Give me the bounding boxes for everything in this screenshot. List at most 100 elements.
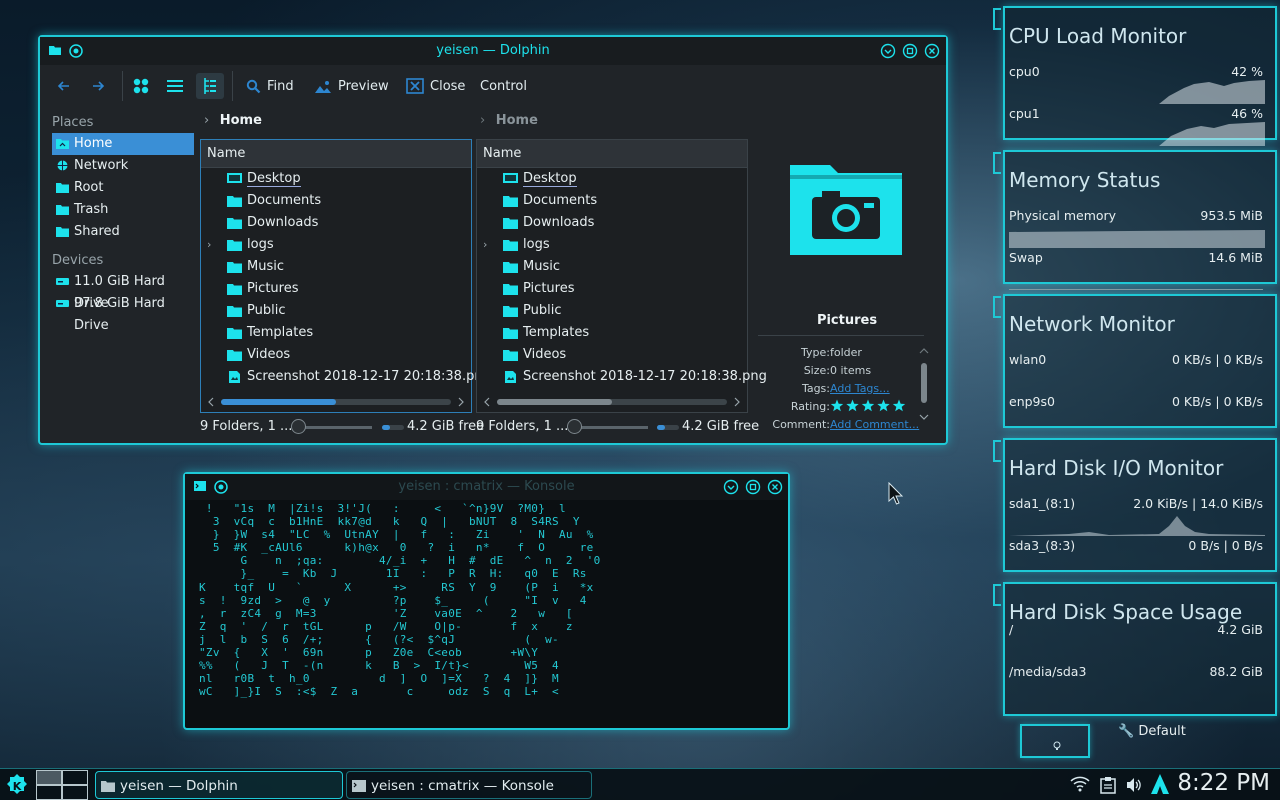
cmatrix-output[interactable]: ! "1s M |Zi!s 3!'J( : < `^n}9V ?M0} l 3 … [199, 502, 785, 712]
compact-view-button[interactable] [166, 73, 184, 99]
file-row[interactable]: Videos [477, 344, 747, 366]
hint-button[interactable] [1020, 724, 1090, 758]
file-row[interactable]: › logs [477, 234, 747, 256]
matrix-line: } }W s4 "LC % UtnAY | f : Zi ' N Au % [199, 528, 594, 542]
expand-icon[interactable]: › [483, 234, 487, 256]
column-header-name[interactable]: Name [477, 140, 747, 168]
file-row[interactable]: Public [201, 300, 471, 322]
folder-icon [503, 262, 518, 273]
find-button[interactable]: Find [246, 73, 294, 99]
row-label: enp9s0 [1009, 394, 1055, 409]
horizontal-scrollbar[interactable] [483, 396, 741, 408]
clock[interactable]: 8:22 PM [1177, 770, 1270, 796]
zoom-slider-handle[interactable] [567, 419, 582, 434]
physical-memory-row: Physical memory 953.5 MiB [1009, 208, 1265, 248]
find-label: Find [267, 78, 294, 94]
add-tags-link[interactable]: Add Tags... [830, 381, 890, 397]
details-view-button[interactable] [196, 73, 224, 99]
places-item-shared[interactable]: Shared [52, 221, 194, 243]
info-scrollbar[interactable] [918, 347, 930, 423]
home-folder-icon [56, 139, 69, 149]
row-value: 0 KB/s | 0 KB/s [1171, 394, 1263, 409]
file-row[interactable]: Desktop [477, 168, 747, 190]
places-item-network[interactable]: Network [52, 155, 194, 177]
file-row[interactable]: Pictures [201, 278, 471, 300]
file-name: Downloads [247, 215, 319, 230]
file-row[interactable]: Public [477, 300, 747, 322]
column-header-name[interactable]: Name [201, 140, 471, 168]
forward-button[interactable] [90, 73, 106, 99]
close-icon[interactable] [924, 43, 940, 59]
task-konsole[interactable]: yeisen : cmatrix — Konsole [346, 771, 592, 799]
matrix-line: wC ]_}I S :<$ Z a c odz S q L+ < [199, 685, 559, 699]
folder-icon [227, 350, 242, 361]
file-row[interactable]: › logs [201, 234, 471, 256]
file-row[interactable]: Screenshot 2018-12-17 20:18:38.png [477, 366, 767, 388]
breadcrumb-item[interactable]: Home [496, 113, 538, 128]
task-dolphin[interactable]: yeisen — Dolphin [95, 771, 343, 799]
places-item-home[interactable]: Home [52, 133, 194, 155]
breadcrumb-left[interactable]: › Home [204, 111, 262, 131]
file-row[interactable]: Music [201, 256, 471, 278]
file-row[interactable]: Downloads [477, 212, 747, 234]
zoom-slider-right[interactable] [572, 426, 648, 429]
task-label: yeisen : cmatrix — Konsole [371, 778, 554, 794]
clipboard-icon[interactable] [1100, 776, 1116, 794]
maximize-icon[interactable] [745, 479, 761, 495]
file-row[interactable]: Music [477, 256, 747, 278]
file-row[interactable]: Templates [201, 322, 471, 344]
zoom-slider-left[interactable] [296, 426, 372, 429]
folder-icon [227, 196, 242, 207]
expand-icon[interactable]: › [207, 234, 211, 256]
volume-icon[interactable] [1125, 776, 1143, 794]
devices-item-drive-2[interactable]: 97.8 GiB Hard Drive [52, 293, 194, 333]
image-preview-icon [315, 80, 331, 93]
activity-default[interactable]: 🔧 Default [1118, 722, 1186, 742]
close-pane-button[interactable]: Close [406, 73, 465, 99]
add-comment-link[interactable]: Add Comment... [830, 417, 919, 433]
svg-text:K: K [13, 780, 22, 793]
minimize-icon[interactable] [880, 43, 896, 59]
file-row[interactable]: Screenshot 2018-12-17 20:18:38.png [201, 366, 491, 388]
minimize-icon[interactable] [723, 479, 739, 495]
activity-label: Default [1138, 724, 1186, 739]
rating-stars[interactable] [830, 399, 906, 413]
arrow-left-icon [57, 81, 69, 91]
info-tags-row: Tags: Add Tags... [758, 381, 936, 397]
close-icon[interactable] [767, 479, 783, 495]
breadcrumb-item[interactable]: Home [220, 113, 262, 128]
maximize-icon[interactable] [902, 43, 918, 59]
back-button[interactable] [56, 73, 72, 99]
wifi-icon[interactable] [1070, 775, 1090, 793]
breadcrumb-right[interactable]: › Home [480, 111, 538, 131]
file-row[interactable]: Documents [477, 190, 747, 212]
devices-item-drive-1[interactable]: 11.0 GiB Hard Drive [52, 271, 194, 311]
arrow-right-icon [93, 81, 105, 91]
file-row[interactable]: Downloads [201, 212, 471, 234]
zoom-slider-handle[interactable] [291, 419, 306, 434]
info-key: Tags: [801, 382, 830, 395]
places-panel: Places Home Network Root Trash Shared De… [52, 113, 194, 333]
updates-icon[interactable] [1150, 773, 1170, 795]
free-space-right: 4.2 GiB free [682, 419, 760, 434]
taskbar: K yeisen — Dolphin yeisen : cmatrix — Ko… [0, 768, 1280, 800]
places-item-label: Shared [74, 224, 120, 239]
file-row[interactable]: Videos [201, 344, 471, 366]
konsole-titlebar[interactable]: yeisen : cmatrix — Konsole [185, 474, 788, 500]
network-icon [57, 160, 68, 171]
matrix-line: 5 #K _cAUl6 k)h@x 0 ? i n* f O re [199, 541, 594, 555]
preview-button[interactable]: Preview [314, 73, 389, 99]
file-row[interactable]: Desktop [201, 168, 471, 190]
file-row[interactable]: Documents [201, 190, 471, 212]
control-button[interactable]: Control [480, 73, 527, 99]
file-row[interactable]: Templates [477, 322, 747, 344]
places-item-root[interactable]: Root [52, 177, 194, 199]
row-label: wlan0 [1009, 352, 1047, 367]
pager-widget[interactable] [36, 770, 88, 800]
places-item-trash[interactable]: Trash [52, 199, 194, 221]
file-row[interactable]: Pictures [477, 278, 747, 300]
dolphin-titlebar[interactable]: yeisen — Dolphin [40, 37, 946, 65]
icons-view-button[interactable] [132, 73, 150, 99]
horizontal-scrollbar[interactable] [207, 396, 465, 408]
kde-launcher-icon[interactable]: K [4, 772, 30, 798]
